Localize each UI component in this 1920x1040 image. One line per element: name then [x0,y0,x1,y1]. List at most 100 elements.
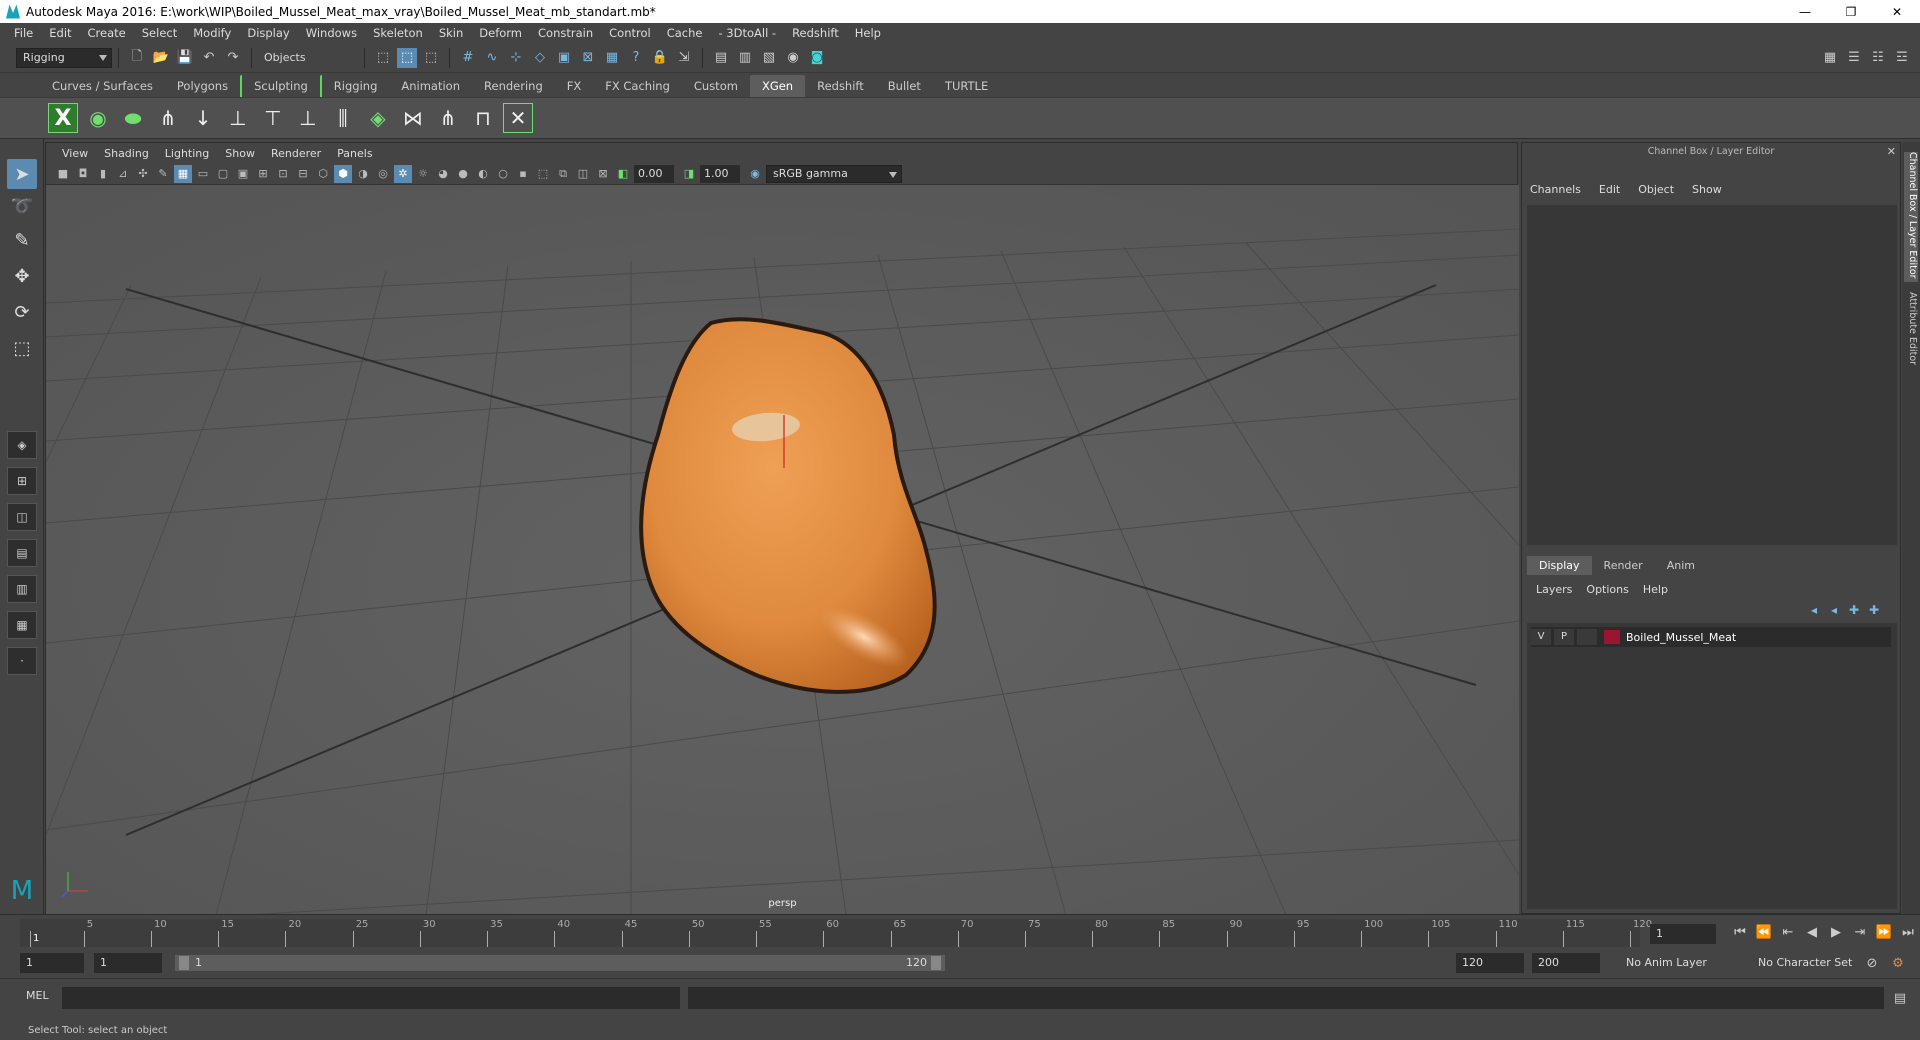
select-hierarchy-icon[interactable]: ⬚ [373,48,393,68]
command-input[interactable] [62,987,680,1009]
lock-guide-icon[interactable]: ⊥ [293,103,323,133]
motion-blur-icon[interactable]: ● [454,165,472,183]
new-layer-selected-icon[interactable]: ✚ [1864,603,1884,619]
go-to-end-button[interactable]: ⏭ [1896,925,1920,940]
camera-attributes-icon[interactable]: ◘ [74,165,92,183]
create-description-icon[interactable]: ◉ [83,103,113,133]
minimize-button[interactable]: — [1782,0,1828,23]
layout-options-icon[interactable]: · [7,647,37,675]
tab-turtle[interactable]: TURTLE [933,75,1000,97]
shadows-icon[interactable]: ☼ [414,165,432,183]
menu-skin[interactable]: Skin [431,26,471,40]
layers-menu[interactable]: Layers [1536,583,1572,596]
menu-skeleton[interactable]: Skeleton [365,26,431,40]
gate-mask-icon[interactable]: ▣ [234,165,252,183]
playback-range-bar[interactable]: 1 120 [175,955,945,971]
tab-custom[interactable]: Custom [682,75,750,97]
menu-create[interactable]: Create [80,26,134,40]
create-patch-icon[interactable]: ⬬ [118,103,148,133]
character-set-dropdown[interactable]: No Character Set [1752,953,1878,973]
object-menu[interactable]: Object [1638,183,1674,196]
bookmark-icon[interactable]: ▮ [94,165,112,183]
wireframe-icon[interactable]: ⬡ [314,165,332,183]
new-scene-icon[interactable]: 🗋 [127,48,147,68]
tab-bullet[interactable]: Bullet [876,75,933,97]
attribute-editor-icon[interactable]: ☰ [1844,48,1864,68]
viewport-canvas[interactable]: persp [46,185,1519,915]
select-guide-icon[interactable]: ⊤ [258,103,288,133]
image-plane-icon[interactable]: ⊿ [114,165,132,183]
step-forward-key-button[interactable]: ⇥ [1848,925,1872,940]
menu-modify[interactable]: Modify [185,26,239,40]
resolution-gate-icon[interactable]: ▢ [214,165,232,183]
groom-icon[interactable]: ⋈ [398,103,428,133]
channel-box-icon[interactable]: ☲ [1892,48,1912,68]
edit-menu[interactable]: Edit [1599,183,1620,196]
delete-guides-icon[interactable]: ✕ [503,103,533,133]
redo-icon[interactable]: ↷ [223,48,243,68]
menu-select[interactable]: Select [134,26,185,40]
grid-toggle-icon[interactable]: ▦ [174,164,192,183]
select-component-icon[interactable]: ⬚ [421,48,441,68]
snap-grid-icon[interactable]: # [458,48,478,68]
smooth-shade-icon[interactable]: ⬢ [334,164,352,183]
viewport-menu-view[interactable]: View [54,147,96,160]
snap-live-icon[interactable]: ▣ [554,48,574,68]
sculpt-guides-icon[interactable]: ⋔ [433,103,463,133]
menu-constrain[interactable]: Constrain [530,26,601,40]
ipr-render-icon[interactable]: ▥ [735,48,755,68]
menu-help[interactable]: Help [847,26,889,40]
tab-xgen[interactable]: XGen [749,75,806,97]
lasso-tool-icon[interactable]: ➰ [7,191,37,221]
layer-name[interactable]: Boiled_Mussel_Meat [1626,631,1736,644]
shelf-menu-icon[interactable] [0,73,40,97]
menuset-dropdown[interactable]: Rigging [16,47,112,68]
menu-3dtoall[interactable]: - 3DtoAll - [710,26,784,40]
channel-list[interactable] [1527,205,1897,545]
tab-curves-surfaces[interactable]: Curves / Surfaces [40,75,165,97]
render-frame-icon[interactable]: ▤ [711,48,731,68]
paint-select-tool-icon[interactable]: ✎ [7,225,37,255]
snap-curve-icon[interactable]: ∿ [482,48,502,68]
menu-control[interactable]: Control [601,26,659,40]
layer-display-type-toggle[interactable] [1577,629,1597,645]
anim-layer-dropdown[interactable]: No Anim Layer [1620,953,1746,973]
tab-redshift[interactable]: Redshift [805,75,876,97]
step-back-frame-button[interactable]: ⏪ [1752,925,1776,940]
redshift-render-icon[interactable]: ◙ [807,48,827,68]
animation-preferences-icon[interactable]: ⚙ [1888,953,1908,973]
step-forward-frame-button[interactable]: ⏩ [1872,925,1896,940]
modeling-toolkit-icon[interactable]: ▦ [1820,48,1840,68]
camera-icon[interactable]: ■ [54,165,72,183]
animation-start-field[interactable]: 1 [20,953,84,973]
use-all-lights-icon[interactable]: ✲ [394,164,412,183]
tab-rendering[interactable]: Rendering [472,75,555,97]
timeline-ruler[interactable]: 1 5 10 15 20 25 30 35 40 45 50 55 60 65 70 75 80 85 90 95 10… [20,919,1652,947]
help-menu[interactable]: Help [1643,583,1668,596]
select-tool-icon[interactable]: ➤ [7,159,37,189]
menu-windows[interactable]: Windows [298,26,365,40]
lock-icon[interactable]: 🔒 [650,48,670,68]
tab-fx[interactable]: FX [555,75,594,97]
layer-visibility-toggle[interactable]: V [1531,629,1551,645]
color-management-icon[interactable]: ◉ [746,165,764,183]
play-forwards-button[interactable]: ▶ [1824,925,1848,940]
viewport-menu-panels[interactable]: Panels [329,147,380,160]
range-end-handle[interactable] [931,956,941,970]
menu-redshift[interactable]: Redshift [784,26,847,40]
tab-polygons[interactable]: Polygons [165,75,240,97]
xray-joints-icon[interactable]: ⧉ [554,165,572,183]
safe-action-icon[interactable]: ⊡ [274,165,292,183]
snap-together-icon[interactable]: ▦ [602,48,622,68]
safe-title-icon[interactable]: ⊟ [294,165,312,183]
step-back-key-button[interactable]: ⇤ [1776,925,1800,940]
persp-graph-layout-icon[interactable]: ▥ [7,575,37,603]
side-tab-attribute-editor[interactable]: Attribute Editor [1904,292,1918,402]
add-guide-icon[interactable]: ↓ [188,103,218,133]
frame-selection-icon[interactable]: ⊠ [594,165,612,183]
textured-icon[interactable]: ◎ [374,165,392,183]
wireframe-on-shaded-icon[interactable]: ◑ [354,165,372,183]
snap-view-plane-icon[interactable]: ◇ [530,48,550,68]
viewport-menu-shading[interactable]: Shading [96,147,157,160]
menu-cache[interactable]: Cache [659,26,711,40]
